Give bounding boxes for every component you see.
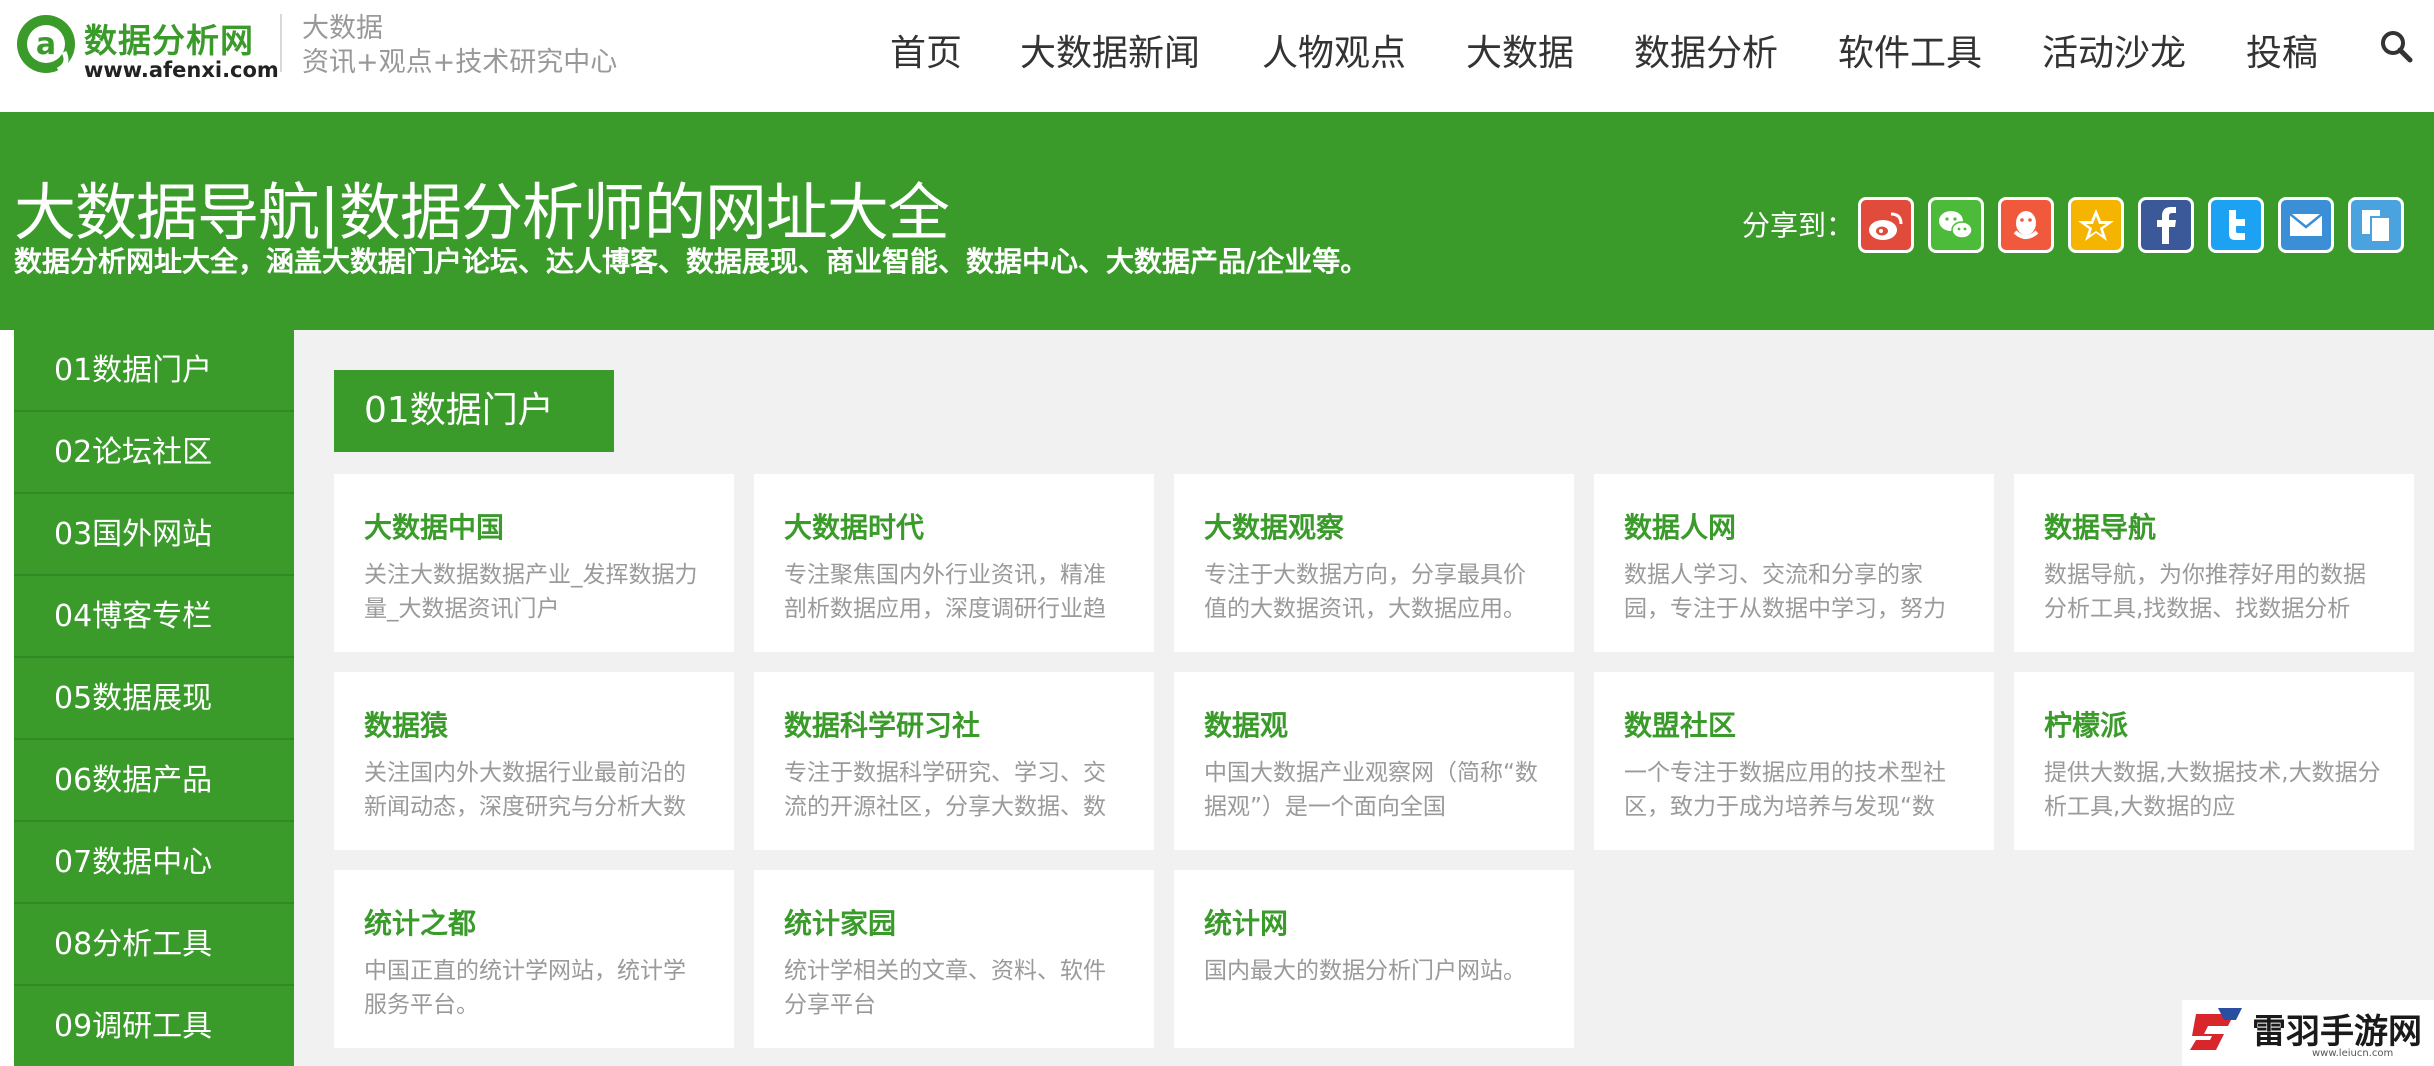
- search-icon[interactable]: [2378, 28, 2414, 64]
- site-slogan: 大数据 资讯+观点+技术研究中心: [302, 12, 617, 80]
- share-twitter-button[interactable]: [2208, 197, 2264, 253]
- logo-name: 数据分析网: [84, 21, 254, 60]
- card-desc: 专注于大数据方向，分享最具价值的大数据资讯，大数据应用。: [1204, 562, 1526, 622]
- site-card[interactable]: 大数据中国 关注大数据数据产业_发挥数据力量_大数据资讯门户: [334, 474, 734, 652]
- sidebar-item-data-products[interactable]: 06数据产品: [14, 740, 294, 822]
- card-desc: 关注大数据数据产业_发挥数据力量_大数据资讯门户: [364, 562, 698, 622]
- site-card[interactable]: 大数据时代 专注聚焦国内外行业资讯，精准剖析数据应用，深度调研行业趋: [754, 474, 1154, 652]
- share-label: 分享到：: [1742, 209, 1855, 242]
- site-card[interactable]: 统计网 国内最大的数据分析门户网站。: [1174, 870, 1574, 1048]
- card-desc: 专注聚焦国内外行业资讯，精准剖析数据应用，深度调研行业趋: [784, 562, 1106, 622]
- card-desc: 统计学相关的文章、资料、软件分享平台: [784, 958, 1106, 1018]
- logo-url: www.afenxi.com: [84, 58, 279, 82]
- copy-icon: [2362, 210, 2391, 243]
- share-copy-button[interactable]: [2348, 197, 2404, 253]
- qq-icon: [2013, 211, 2039, 239]
- nav-item-events[interactable]: 活动沙龙: [2042, 24, 2186, 76]
- logo-at-icon: a: [17, 15, 75, 73]
- nav-item-bigdata[interactable]: 大数据: [1466, 24, 1574, 76]
- weibo-icon: [1869, 212, 1903, 240]
- watermark: 雷羽手游网 www.leiucn.com: [2182, 1000, 2434, 1066]
- share-email-button[interactable]: [2278, 197, 2334, 253]
- slogan-line-1: 大数据: [302, 13, 383, 44]
- share-qq-button[interactable]: [1998, 197, 2054, 253]
- section-title: 01数据门户: [334, 370, 614, 452]
- watermark-name: 雷羽手游网: [2252, 1012, 2422, 1052]
- site-card[interactable]: 数据科学研习社 专注于数据科学研究、学习、交流的开源社区，分享大数据、数: [754, 672, 1154, 850]
- page-banner: 大数据导航|数据分析师的网址大全 数据分析网址大全，涵盖大数据门户论坛、达人博客…: [0, 112, 2434, 330]
- card-desc: 关注国内外大数据行业最前沿的新闻动态，深度研究与分析大数: [364, 760, 686, 820]
- card-desc: 数据人学习、交流和分享的家园，专注于从数据中学习，努力: [1624, 562, 1946, 622]
- card-title: 数据猿: [364, 709, 449, 742]
- card-desc: 专注于数据科学研究、学习、交流的开源社区，分享大数据、数: [784, 760, 1106, 820]
- share-qzone-button[interactable]: [2068, 197, 2124, 253]
- site-card[interactable]: 数据导航 数据导航，为你推荐好用的数据分析工具,找数据、找数据分析: [2014, 474, 2414, 652]
- site-card[interactable]: 数盟社区 一个专注于数据应用的技术型社区，致力于成为培养与发现“数: [1594, 672, 1994, 850]
- share-wechat-button[interactable]: [1928, 197, 1984, 253]
- card-title: 数据观: [1204, 709, 1289, 742]
- main-content: 01数据门户 大数据中国 关注大数据数据产业_发挥数据力量_大数据资讯门户 大数…: [294, 330, 2434, 1066]
- card-title: 柠檬派: [2044, 709, 2129, 742]
- facebook-icon: [2157, 207, 2176, 244]
- card-desc: 数据导航，为你推荐好用的数据分析工具,找数据、找数据分析: [2044, 562, 2366, 622]
- card-desc: 中国正直的统计学网站，统计学服务平台。: [364, 958, 686, 1018]
- svg-text:a: a: [36, 27, 56, 62]
- sidebar-item-data-portal[interactable]: 01数据门户: [14, 330, 294, 412]
- card-desc: 中国大数据产业观察网（简称“数据观”）是一个面向全国: [1204, 760, 1538, 820]
- wechat-icon: [1939, 211, 1973, 239]
- qzone-icon: [2078, 209, 2114, 241]
- card-title: 大数据时代: [784, 511, 925, 544]
- site-card[interactable]: 数据猿 关注国内外大数据行业最前沿的新闻动态，深度研究与分析大数: [334, 672, 734, 850]
- card-title: 数盟社区: [1624, 709, 1737, 742]
- site-card[interactable]: 数据观 中国大数据产业观察网（简称“数据观”）是一个面向全国: [1174, 672, 1574, 850]
- site-logo[interactable]: a 数据分析网 www.afenxi.com: [14, 12, 284, 92]
- share-weibo-button[interactable]: [1858, 197, 1914, 253]
- card-desc: 提供大数据,大数据技术,大数据分析工具,大数据的应: [2044, 760, 2381, 820]
- site-card[interactable]: 大数据观察 专注于大数据方向，分享最具价值的大数据资讯，大数据应用。: [1174, 474, 1574, 652]
- sidebar-item-blogs[interactable]: 04博客专栏: [14, 576, 294, 658]
- twitter-icon: [2229, 210, 2245, 240]
- card-title: 数据人网: [1624, 511, 1737, 544]
- site-card[interactable]: 数据人网 数据人学习、交流和分享的家园，专注于从数据中学习，努力: [1594, 474, 1994, 652]
- card-title: 大数据观察: [1204, 511, 1345, 544]
- sidebar-item-data-center[interactable]: 07数据中心: [14, 822, 294, 904]
- slogan-line-2: 资讯+观点+技术研究中心: [302, 47, 618, 78]
- card-desc: 国内最大的数据分析门户网站。: [1204, 958, 1526, 984]
- nav-item-software-tools[interactable]: 软件工具: [1838, 24, 1982, 76]
- sidebar-item-analysis-tools[interactable]: 08分析工具: [14, 904, 294, 986]
- card-title: 数据科学研习社: [784, 709, 981, 742]
- card-title: 数据导航: [2044, 511, 2157, 544]
- card-desc: 一个专注于数据应用的技术型社区，致力于成为培养与发现“数: [1624, 760, 1946, 820]
- category-sidebar: 01数据门户 02论坛社区 03国外网站 04博客专栏 05数据展现 06数据产…: [14, 330, 294, 1066]
- logo-divider: [280, 14, 282, 72]
- watermark-url: www.leiucn.com: [2312, 1048, 2394, 1059]
- watermark-logo-icon: [2190, 1008, 2242, 1050]
- nav-item-submit[interactable]: 投稿: [2246, 24, 2318, 76]
- sidebar-item-visualization[interactable]: 05数据展现: [14, 658, 294, 740]
- page-title: 大数据导航|数据分析师的网址大全: [14, 176, 950, 249]
- nav-item-bigdata-news[interactable]: 大数据新闻: [1020, 24, 1200, 76]
- site-card[interactable]: 柠檬派 提供大数据,大数据技术,大数据分析工具,大数据的应: [2014, 672, 2414, 850]
- card-title: 统计网: [1204, 907, 1289, 940]
- email-icon: [2289, 213, 2323, 236]
- page-subtitle: 数据分析网址大全，涵盖大数据门户论坛、达人博客、数据展现、商业智能、数据中心、大…: [14, 245, 1369, 278]
- sidebar-item-survey-tools[interactable]: 09调研工具: [14, 986, 294, 1066]
- sidebar-item-forums[interactable]: 02论坛社区: [14, 412, 294, 494]
- nav-item-data-analysis[interactable]: 数据分析: [1634, 24, 1778, 76]
- nav-item-opinions[interactable]: 人物观点: [1262, 24, 1406, 76]
- card-title: 统计之都: [364, 907, 477, 940]
- site-card[interactable]: 统计家园 统计学相关的文章、资料、软件分享平台: [754, 870, 1154, 1048]
- sidebar-item-foreign-sites[interactable]: 03国外网站: [14, 494, 294, 576]
- card-title: 大数据中国: [364, 511, 505, 544]
- site-card[interactable]: 统计之都 中国正直的统计学网站，统计学服务平台。: [334, 870, 734, 1048]
- site-header: a 数据分析网 www.afenxi.com 大数据 资讯+观点+技术研究中心 …: [0, 0, 2434, 112]
- nav-item-home[interactable]: 首页: [890, 24, 962, 76]
- share-facebook-button[interactable]: [2138, 197, 2194, 253]
- card-title: 统计家园: [784, 907, 897, 940]
